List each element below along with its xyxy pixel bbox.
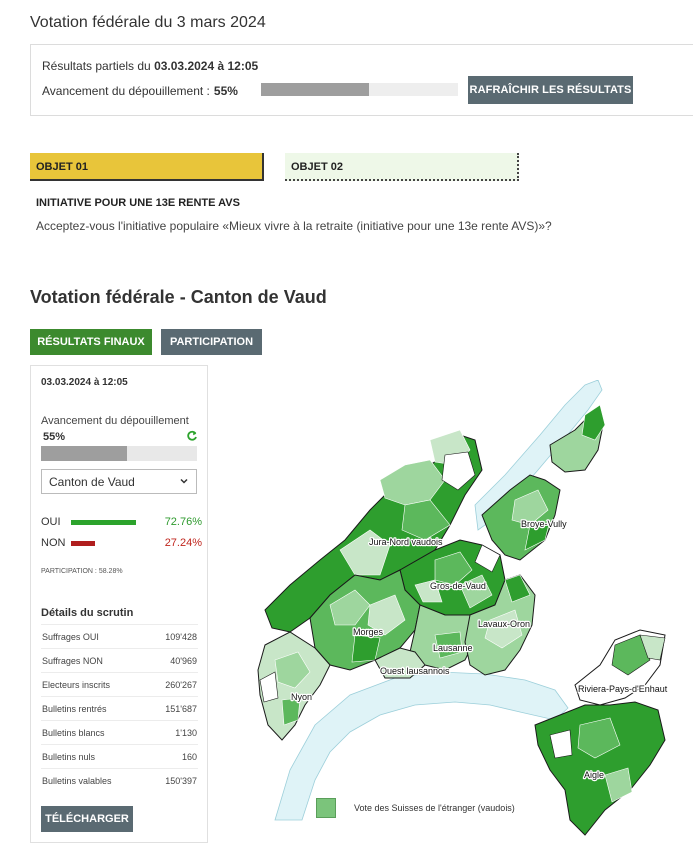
download-button[interactable]: TÉLÉCHARGER bbox=[41, 806, 133, 832]
partial-results-prefix: Résultats partiels du bbox=[42, 59, 151, 73]
non-percentage: 27.24% bbox=[164, 537, 202, 549]
sidebar-progress-value: 55% bbox=[43, 431, 66, 443]
label-morges: Morges bbox=[353, 627, 384, 637]
label-gros-de-vaud: Gros-de-Vaud bbox=[430, 581, 486, 591]
label-lausanne: Lausanne bbox=[433, 643, 473, 653]
details-row-label: Bulletins blancs bbox=[42, 728, 105, 738]
details-row-value: 260'267 bbox=[165, 680, 197, 690]
refresh-icon[interactable] bbox=[186, 430, 198, 442]
tab-objet-01[interactable]: OBJET 01 bbox=[30, 153, 264, 181]
details-title: Détails du scrutin bbox=[41, 607, 134, 619]
results-sidebar: 03.03.2024 à 12:05 Avancement du dépouil… bbox=[30, 365, 208, 843]
details-row: Bulletins rentrés 151'687 bbox=[41, 696, 198, 720]
participation-button[interactable]: PARTICIPATION bbox=[161, 329, 262, 355]
details-row: Electeurs inscrits 260'267 bbox=[41, 672, 198, 696]
sidebar-progress-bar bbox=[41, 446, 197, 461]
refresh-results-button[interactable]: RAFRAÎCHIR LES RÉSULTATS bbox=[468, 76, 633, 104]
details-row-label: Bulletins rentrés bbox=[42, 704, 107, 714]
label-nyon: Nyon bbox=[291, 692, 312, 702]
oui-row: OUI 72.76% bbox=[41, 516, 202, 530]
details-row-value: 40'969 bbox=[170, 656, 197, 666]
label-riviera: Riviera-Pays-d'Enhaut bbox=[578, 684, 668, 694]
details-row-value: 150'397 bbox=[165, 776, 197, 786]
region-select-value: Canton de Vaud bbox=[49, 475, 135, 489]
tab-objet-02[interactable]: OBJET 02 bbox=[285, 153, 519, 181]
details-row-label: Suffrages OUI bbox=[42, 632, 99, 642]
details-row: Suffrages NON 40'969 bbox=[41, 648, 198, 672]
label-aigle: Aigle bbox=[584, 770, 604, 780]
page-title: Votation fédérale du 3 mars 2024 bbox=[30, 14, 266, 31]
partial-results-box: Résultats partiels du 03.03.2024 à 12:05… bbox=[30, 44, 693, 116]
details-row-value: 151'687 bbox=[165, 704, 197, 714]
legend-swatch bbox=[316, 798, 336, 818]
non-bar bbox=[71, 541, 95, 546]
non-label: NON bbox=[41, 537, 66, 549]
label-ouest-lausannois: Ouest lausannois bbox=[380, 666, 450, 676]
oui-bar bbox=[71, 520, 136, 525]
partial-results-date: 03.03.2024 à 12:05 bbox=[154, 59, 259, 73]
details-row-value: 1'130 bbox=[175, 728, 197, 738]
counting-progress-value: 55% bbox=[213, 84, 238, 98]
details-row: Bulletins valables 150'397 bbox=[41, 768, 198, 792]
sidebar-progress-fill bbox=[41, 446, 127, 461]
sidebar-progress-label: Avancement du dépouillement bbox=[41, 415, 189, 427]
details-row-label: Electeurs inscrits bbox=[42, 680, 111, 690]
section-title: Votation fédérale - Canton de Vaud bbox=[30, 287, 327, 307]
sidebar-date: 03.03.2024 à 12:05 bbox=[41, 377, 128, 388]
label-jura-nord: Jura-Nord vaudois bbox=[369, 537, 443, 547]
details-row-value: 160 bbox=[181, 752, 197, 762]
details-row-label: Bulletins nuls bbox=[42, 752, 96, 762]
participation-text: PARTICIPATION : 58.28% bbox=[41, 568, 123, 575]
details-row: Bulletins blancs 1'130 bbox=[41, 720, 198, 744]
region-select[interactable]: Canton de Vaud bbox=[41, 469, 197, 494]
details-row: Bulletins nuls 160 bbox=[41, 744, 198, 768]
counting-progress-fill bbox=[261, 83, 370, 96]
oui-percentage: 72.76% bbox=[164, 516, 202, 528]
label-broye-vully: Broye-Vully bbox=[521, 519, 567, 529]
objet-title: INITIATIVE POUR UNE 13E RENTE AVS bbox=[36, 197, 240, 209]
chevron-down-icon bbox=[180, 478, 188, 484]
oui-label: OUI bbox=[41, 516, 61, 528]
details-row: Suffrages OUI 109'428 bbox=[41, 624, 198, 648]
canton-map[interactable]: Jura-Nord vaudois Broye-Vully Gros-de-Va… bbox=[220, 380, 693, 840]
counting-progress-row: Avancement du dépouillement : 55% bbox=[42, 84, 238, 98]
label-lavaux-oron: Lavaux-Oron bbox=[478, 619, 530, 629]
objet-question: Acceptez-vous l'initiative populaire «Mi… bbox=[36, 219, 552, 233]
partial-results-text: Résultats partiels du 03.03.2024 à 12:05 bbox=[42, 59, 258, 73]
counting-progress-bar bbox=[261, 83, 458, 96]
map-legend: Vote des Suisses de l'étranger (vaudois) bbox=[316, 798, 515, 818]
counting-progress-label: Avancement du dépouillement : bbox=[42, 84, 210, 98]
final-results-button[interactable]: RÉSULTATS FINAUX bbox=[30, 329, 152, 355]
legend-label: Vote des Suisses de l'étranger (vaudois) bbox=[354, 803, 515, 813]
details-table: Suffrages OUI 109'428 Suffrages NON 40'969… bbox=[41, 624, 198, 792]
details-row-value: 109'428 bbox=[165, 632, 197, 642]
details-row-label: Bulletins valables bbox=[42, 776, 112, 786]
non-row: NON 27.24% bbox=[41, 537, 202, 551]
details-row-label: Suffrages NON bbox=[42, 656, 103, 666]
